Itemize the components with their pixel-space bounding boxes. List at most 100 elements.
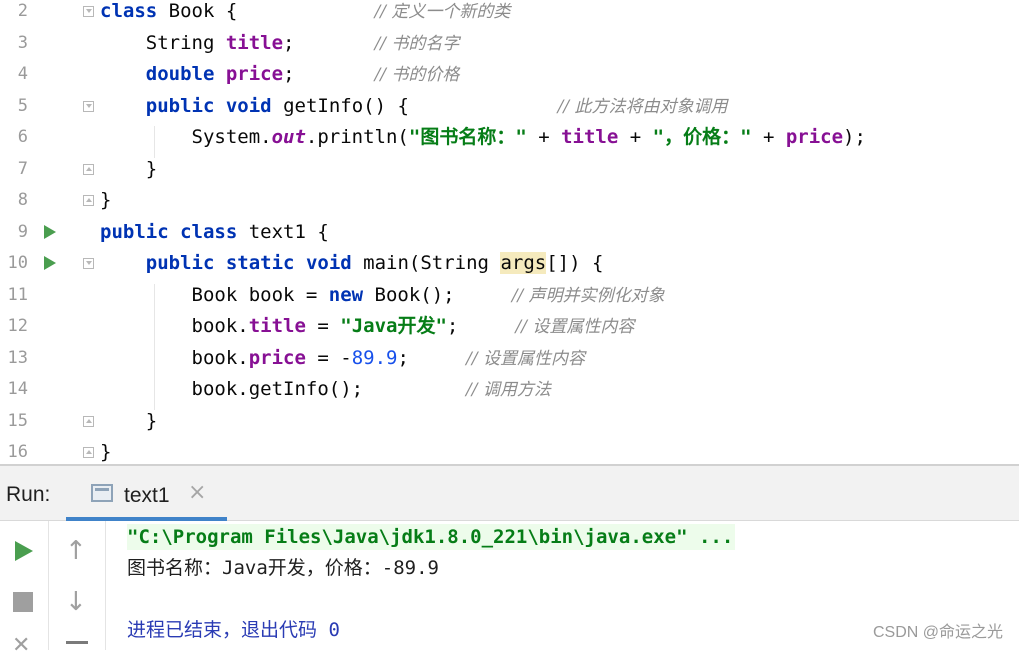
fold-marker-icon[interactable]: [83, 163, 94, 175]
token-num: 89.9: [351, 346, 398, 369]
code-line[interactable]: 5 public void getInfo() { // 此方法将由对象调用: [0, 95, 1019, 127]
watermark: CSDN @命运之光: [872, 624, 1003, 641]
arrow-down-icon[interactable]: ↓: [65, 587, 87, 617]
code-line[interactable]: 13 book.price = -89.9; // 设置属性内容: [0, 345, 1019, 379]
soft-wrap-icon[interactable]: [66, 641, 88, 644]
run-panel-label: Run:: [6, 483, 51, 506]
code-line[interactable]: 11 Book book = new Book(); // 声明并实例化对象: [0, 282, 1019, 316]
run-gutter-icon[interactable]: [44, 224, 56, 239]
line-number[interactable]: 9: [0, 220, 28, 244]
token-kw: void: [225, 94, 272, 117]
code-line[interactable]: 7 }: [0, 158, 1019, 190]
line-number[interactable]: 12: [0, 314, 28, 338]
line-number[interactable]: 8: [0, 188, 28, 212]
play-icon[interactable]: [15, 541, 33, 561]
line-number[interactable]: 2: [0, 0, 28, 23]
line-number[interactable]: 3: [0, 31, 28, 55]
code-line[interactable]: 15 }: [0, 410, 1019, 442]
fold-marker-icon[interactable]: [83, 415, 94, 427]
arrow-up-icon[interactable]: ↑: [65, 536, 87, 566]
code-text[interactable]: double price; // 书的价格: [100, 61, 460, 88]
token-text: getInfo() {: [271, 94, 558, 117]
token-fld: title: [561, 126, 619, 148]
tab-text1[interactable]: text1 ×: [66, 466, 227, 521]
code-line[interactable]: 9 public class text1 {: [0, 221, 1019, 253]
code-text[interactable]: }: [100, 439, 111, 464]
token-cmt: // 设置属性内容: [515, 317, 635, 337]
code-text[interactable]: }: [100, 408, 157, 434]
line-number[interactable]: 6: [0, 125, 28, 149]
code-text[interactable]: book.title = "Java开发"; // 设置属性内容: [100, 313, 635, 340]
token-kw: new: [328, 283, 364, 306]
line-number[interactable]: 11: [0, 283, 28, 307]
code-text[interactable]: }: [100, 156, 157, 182]
code-line[interactable]: 3 String title; // 书的名字: [0, 32, 1019, 64]
fold-marker-icon[interactable]: [83, 195, 94, 206]
code-text[interactable]: class Book { // 定义一个新的类: [100, 0, 510, 25]
line-number[interactable]: 5: [0, 94, 28, 118]
token-kw: class: [180, 220, 238, 243]
code-text[interactable]: String title; // 书的名字: [100, 30, 460, 57]
token-kw: double: [145, 63, 215, 85]
token-text: ;: [283, 63, 375, 85]
token-text: book.getInfo();: [100, 378, 467, 400]
code-text[interactable]: Book book = new Book(); // 声明并实例化对象: [100, 282, 665, 309]
close-icon[interactable]: ×: [188, 480, 206, 505]
code-line[interactable]: 6 System.out.println("图书名称：" + title + "…: [0, 126, 1019, 158]
token-text: }: [100, 409, 158, 432]
close-icon[interactable]: ✕: [12, 635, 30, 657]
code-line[interactable]: 8}: [0, 189, 1019, 221]
code-text[interactable]: public void getInfo() { // 此方法将由对象调用: [100, 93, 728, 120]
tab-title: text1: [124, 484, 170, 507]
line-number[interactable]: 15: [0, 409, 28, 433]
line-number[interactable]: 14: [0, 377, 28, 401]
run-panel-header: Run: text1 ×: [0, 466, 1019, 521]
code-line[interactable]: 16}: [0, 441, 1019, 464]
console-icon: [91, 484, 113, 502]
code-text[interactable]: public static void main(String args[]) {: [100, 250, 603, 276]
stop-icon[interactable]: [13, 592, 33, 612]
fold-marker-icon[interactable]: [83, 258, 94, 269]
console-program-output: 图书名称：Java开发，价格：-89.9: [127, 557, 439, 579]
run-tool-window: Run: text1 × ✕ ↑ ↓ "C:\Program Files\Jav…: [0, 464, 1019, 657]
code-line[interactable]: 2 class Book { // 定义一个新的类: [0, 0, 1019, 32]
token-fld: price: [785, 126, 844, 148]
token-text: main(String: [351, 252, 501, 274]
code-line[interactable]: 12 book.title = "Java开发"; // 设置属性内容: [0, 315, 1019, 347]
fold-marker-icon[interactable]: [83, 100, 94, 112]
line-number[interactable]: 7: [0, 157, 28, 181]
code-line[interactable]: 10 public static void main(String args[]…: [0, 252, 1019, 284]
token-text: String: [100, 31, 226, 54]
code-text[interactable]: System.out.println("图书名称：" + title + "，价…: [100, 124, 866, 150]
token-cmt: // 调用方法: [466, 380, 551, 400]
code-text[interactable]: book.getInfo(); // 调用方法: [100, 376, 551, 403]
run-gutter-icon[interactable]: [44, 256, 56, 270]
token-text: =: [305, 315, 341, 337]
code-editor[interactable]: 2 class Book { // 定义一个新的类 3 String title; …: [0, 0, 1019, 464]
code-text[interactable]: }: [100, 187, 111, 213]
token-text: = -: [305, 346, 352, 369]
line-number[interactable]: 16: [0, 440, 28, 464]
token-cmt: // 此方法将由对象调用: [557, 96, 728, 117]
code-line[interactable]: 14 book.getInfo(); // 调用方法: [0, 378, 1019, 410]
token-kw: public: [145, 94, 215, 117]
code-text[interactable]: public class text1 {: [100, 219, 329, 245]
code-text[interactable]: book.price = -89.9; // 设置属性内容: [100, 345, 585, 372]
code-line[interactable]: 4 double price; // 书的价格: [0, 63, 1019, 95]
token-kw: void: [305, 252, 352, 274]
fold-marker-icon[interactable]: [83, 6, 94, 17]
fold-marker-icon[interactable]: [83, 447, 94, 458]
token-str: "，价格：": [652, 126, 752, 148]
line-number[interactable]: 10: [0, 251, 28, 275]
token-text: +: [526, 126, 562, 148]
line-number[interactable]: 13: [0, 346, 28, 370]
line-number[interactable]: 4: [0, 62, 28, 86]
token-text: Book book =: [100, 283, 329, 306]
token-text: []) {: [546, 252, 604, 274]
